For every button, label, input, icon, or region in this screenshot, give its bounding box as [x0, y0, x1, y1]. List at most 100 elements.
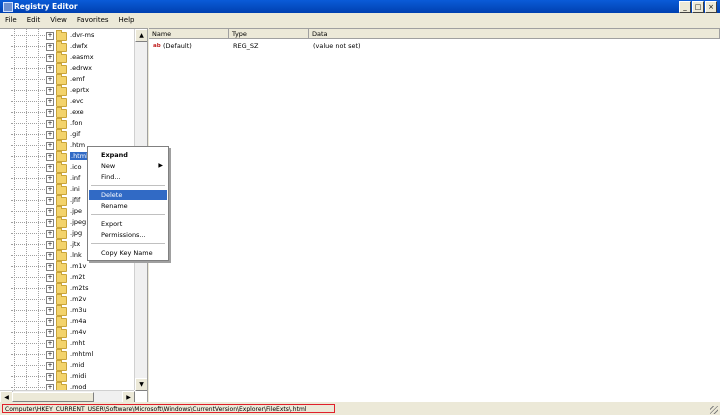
- expand-icon[interactable]: +: [46, 373, 54, 381]
- tree-item[interactable]: + .evc: [0, 96, 140, 107]
- tree-item[interactable]: + .fon: [0, 118, 140, 129]
- expand-icon[interactable]: +: [46, 65, 54, 73]
- context-menu-new[interactable]: New ▶: [89, 161, 167, 171]
- tree-item[interactable]: + .mid: [0, 360, 140, 371]
- expand-icon[interactable]: +: [46, 296, 54, 304]
- menu-help[interactable]: Help: [114, 14, 140, 26]
- expand-icon[interactable]: +: [46, 340, 54, 348]
- expand-icon[interactable]: +: [46, 329, 54, 337]
- close-button[interactable]: ×: [705, 1, 717, 13]
- folder-icon: [56, 85, 67, 96]
- expand-icon[interactable]: +: [46, 351, 54, 359]
- menu-favorites[interactable]: Favorites: [72, 14, 114, 26]
- tree-connector-line: [11, 299, 49, 300]
- expand-icon[interactable]: +: [46, 153, 54, 161]
- menu-view[interactable]: View: [45, 14, 72, 26]
- tree-item[interactable]: + .dwfx: [0, 41, 140, 52]
- folder-icon: [56, 52, 67, 63]
- tree-connector-line: [11, 365, 49, 366]
- scroll-down-button[interactable]: ▼: [135, 378, 147, 391]
- menu-file[interactable]: File: [0, 14, 22, 26]
- expand-icon[interactable]: +: [46, 109, 54, 117]
- expand-icon[interactable]: +: [46, 263, 54, 271]
- tree-item-label: .m2ts: [70, 284, 89, 292]
- menu-edit[interactable]: Edit: [22, 14, 46, 26]
- expand-icon[interactable]: +: [46, 164, 54, 172]
- title-bar: Registry Editor _ □ ×: [0, 0, 720, 13]
- expand-icon[interactable]: +: [46, 241, 54, 249]
- tree-item[interactable]: + .exe: [0, 107, 140, 118]
- expand-icon[interactable]: +: [46, 318, 54, 326]
- expand-icon[interactable]: +: [46, 120, 54, 128]
- context-menu-delete[interactable]: Delete: [89, 190, 167, 200]
- expand-icon[interactable]: +: [46, 98, 54, 106]
- tree-item-label: .jpeg: [70, 218, 87, 226]
- context-menu-permissions[interactable]: Permissions...: [89, 230, 167, 240]
- value-data: (value not set): [313, 42, 361, 50]
- folder-icon: [56, 261, 67, 272]
- value-row[interactable]: ab (Default) REG_SZ (value not set): [149, 41, 720, 51]
- values-list-pane[interactable]: Name Type Data ab (Default) REG_SZ (valu…: [149, 28, 720, 402]
- tree-item[interactable]: + .m1v: [0, 261, 140, 272]
- tree-connector-line: [11, 90, 49, 91]
- expand-icon[interactable]: +: [46, 197, 54, 205]
- tree-item[interactable]: + .dvr-ms: [0, 30, 140, 41]
- tree-item[interactable]: + .m4v: [0, 327, 140, 338]
- tree-connector-line: [11, 288, 49, 289]
- tree-item[interactable]: + .eprtx: [0, 85, 140, 96]
- expand-icon[interactable]: +: [46, 186, 54, 194]
- expand-icon[interactable]: +: [46, 131, 54, 139]
- menu-separator: [91, 214, 165, 215]
- expand-icon[interactable]: +: [46, 32, 54, 40]
- tree-horizontal-scrollbar[interactable]: ◀ ▶: [0, 390, 135, 402]
- tree-connector-line: [11, 200, 49, 201]
- expand-icon[interactable]: +: [46, 142, 54, 150]
- tree-item[interactable]: + .emf: [0, 74, 140, 85]
- tree-item[interactable]: + .mht: [0, 338, 140, 349]
- expand-icon[interactable]: +: [46, 274, 54, 282]
- tree-item-label: .m4v: [70, 328, 87, 336]
- horizontal-scroll-thumb[interactable]: [12, 392, 94, 402]
- column-header-type[interactable]: Type: [229, 29, 309, 39]
- tree-item[interactable]: + .gif: [0, 129, 140, 140]
- scroll-right-button[interactable]: ▶: [122, 391, 135, 402]
- tree-connector-line: [11, 35, 49, 36]
- tree-item[interactable]: + .easmx: [0, 52, 140, 63]
- tree-connector-line: [11, 189, 49, 190]
- expand-icon[interactable]: +: [46, 43, 54, 51]
- tree-item[interactable]: + .edrwx: [0, 63, 140, 74]
- tree-item[interactable]: + .m2ts: [0, 283, 140, 294]
- tree-item-label: .emf: [70, 75, 85, 83]
- expand-icon[interactable]: +: [46, 252, 54, 260]
- tree-connector-line: [11, 321, 49, 322]
- tree-item[interactable]: + .m3u: [0, 305, 140, 316]
- column-header-data[interactable]: Data: [309, 29, 720, 39]
- expand-icon[interactable]: +: [46, 54, 54, 62]
- context-menu-copy-key-name[interactable]: Copy Key Name: [89, 248, 167, 258]
- expand-icon[interactable]: +: [46, 362, 54, 370]
- folder-icon: [56, 129, 67, 140]
- column-header-name[interactable]: Name: [149, 29, 229, 39]
- context-menu-find[interactable]: Find...: [89, 172, 167, 182]
- scroll-up-button[interactable]: ▲: [135, 29, 147, 42]
- tree-item[interactable]: + .midi: [0, 371, 140, 382]
- minimize-button[interactable]: _: [679, 1, 691, 13]
- expand-icon[interactable]: +: [46, 307, 54, 315]
- resize-grip-icon[interactable]: [710, 406, 718, 414]
- tree-connector-line: [11, 134, 49, 135]
- expand-icon[interactable]: +: [46, 175, 54, 183]
- expand-icon[interactable]: +: [46, 87, 54, 95]
- expand-icon[interactable]: +: [46, 285, 54, 293]
- maximize-button[interactable]: □: [692, 1, 704, 13]
- context-menu-expand[interactable]: Expand: [89, 150, 167, 160]
- tree-item[interactable]: + .m2v: [0, 294, 140, 305]
- context-menu-rename[interactable]: Rename: [89, 201, 167, 211]
- tree-item[interactable]: + .mhtml: [0, 349, 140, 360]
- expand-icon[interactable]: +: [46, 230, 54, 238]
- expand-icon[interactable]: +: [46, 76, 54, 84]
- expand-icon[interactable]: +: [46, 219, 54, 227]
- tree-item[interactable]: + .m4a: [0, 316, 140, 327]
- expand-icon[interactable]: +: [46, 208, 54, 216]
- tree-item[interactable]: + .m2t: [0, 272, 140, 283]
- context-menu-export[interactable]: Export: [89, 219, 167, 229]
